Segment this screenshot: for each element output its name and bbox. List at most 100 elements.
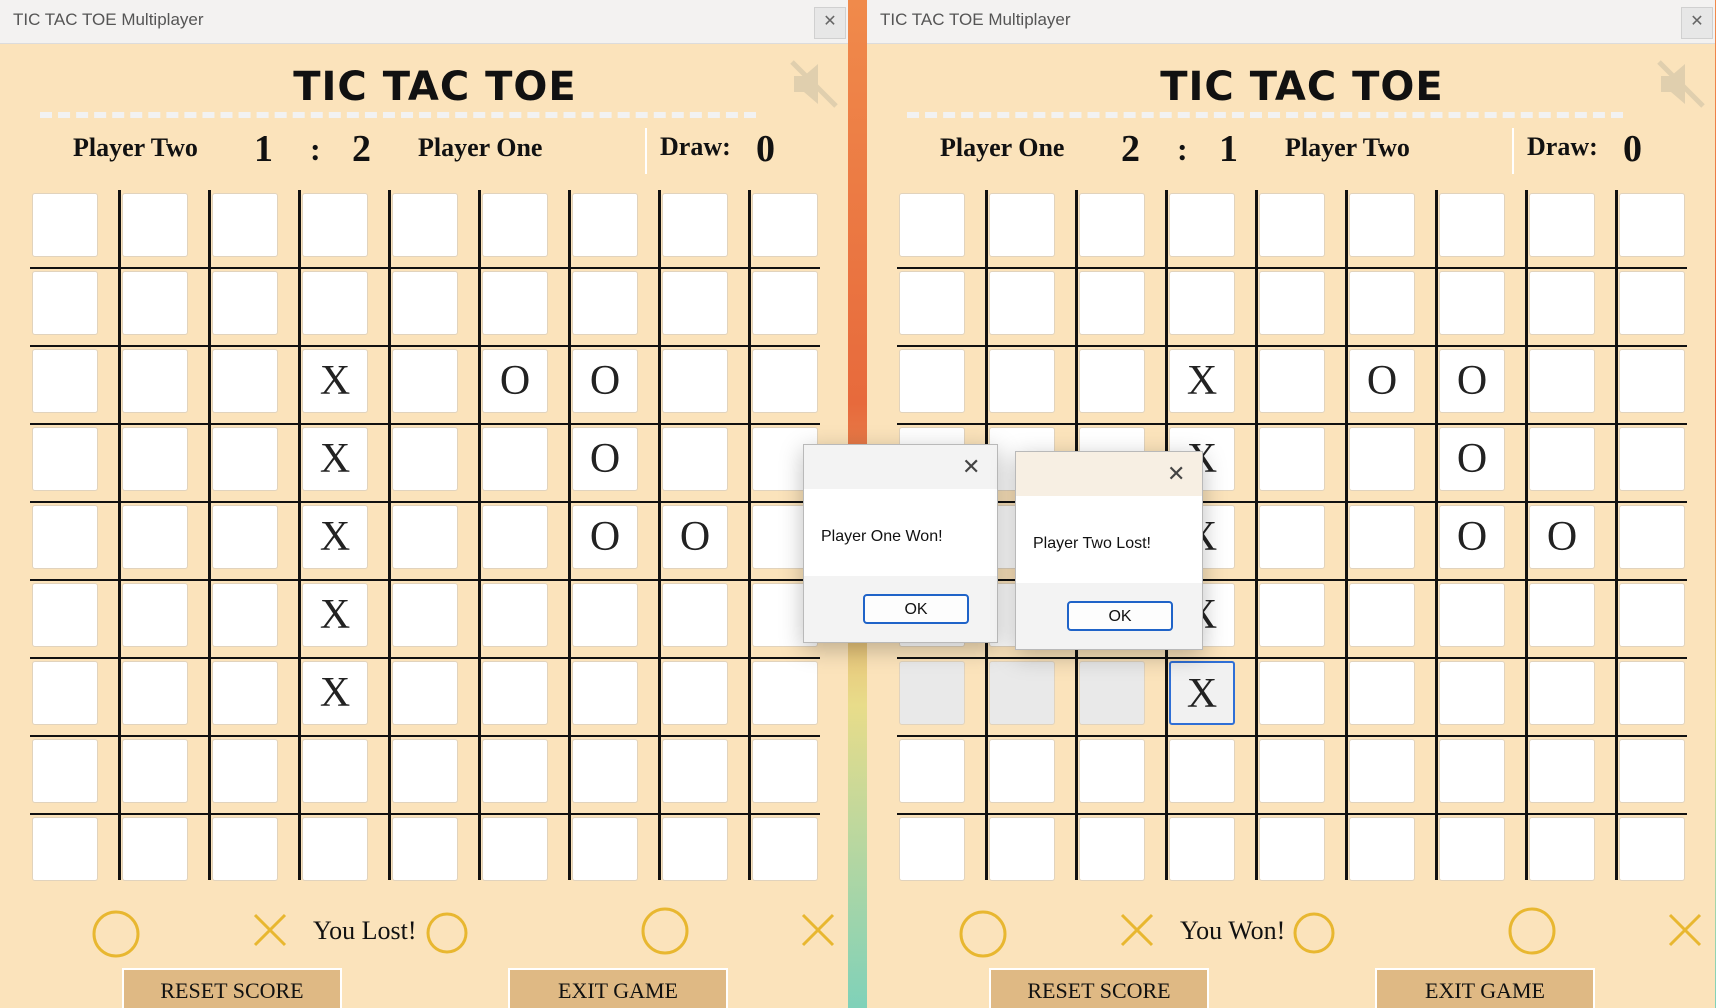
board-cell[interactable]	[1439, 271, 1505, 335]
board-cell[interactable]	[899, 817, 965, 881]
board-cell[interactable]	[1349, 739, 1415, 803]
exit-game-button[interactable]: EXIT GAME	[1375, 968, 1595, 1008]
board-cell[interactable]	[392, 739, 458, 803]
board-cell[interactable]: O	[662, 505, 728, 569]
board-cell[interactable]	[122, 505, 188, 569]
board-cell[interactable]	[302, 817, 368, 881]
board-cell[interactable]	[1259, 817, 1325, 881]
board-cell[interactable]	[989, 349, 1055, 413]
board-cell[interactable]	[482, 661, 548, 725]
board-cell[interactable]	[662, 817, 728, 881]
board-cell[interactable]	[302, 271, 368, 335]
board-cell[interactable]: O	[572, 427, 638, 491]
board-cell[interactable]	[1259, 349, 1325, 413]
board-cell[interactable]	[1169, 739, 1235, 803]
board-cell[interactable]	[212, 271, 278, 335]
title-bar[interactable]: TIC TAC TOE Multiplayer ✕	[0, 0, 848, 44]
board-cell[interactable]	[482, 583, 548, 647]
board-cell[interactable]	[899, 739, 965, 803]
board-cell[interactable]	[482, 739, 548, 803]
board-cell[interactable]	[482, 193, 548, 257]
close-window-button[interactable]: ✕	[1681, 7, 1713, 39]
board-cell[interactable]	[1439, 817, 1505, 881]
board-cell[interactable]	[122, 349, 188, 413]
board-cell[interactable]	[989, 271, 1055, 335]
board-cell[interactable]	[1349, 583, 1415, 647]
board-cell[interactable]	[899, 193, 965, 257]
board-cell[interactable]	[482, 271, 548, 335]
board-cell[interactable]	[1439, 583, 1505, 647]
board-cell[interactable]	[1079, 739, 1145, 803]
board-cell[interactable]	[1169, 193, 1235, 257]
board-cell[interactable]	[1529, 193, 1595, 257]
board-cell[interactable]: X	[302, 505, 368, 569]
board-cell[interactable]	[572, 739, 638, 803]
board-cell[interactable]	[1079, 661, 1145, 725]
board-cell[interactable]	[1079, 349, 1145, 413]
board-cell[interactable]	[1619, 817, 1685, 881]
board-cell[interactable]	[752, 271, 818, 335]
board-cell[interactable]	[572, 583, 638, 647]
board-cell[interactable]: X	[1169, 349, 1235, 413]
board-cell[interactable]	[482, 427, 548, 491]
board-cell[interactable]	[302, 739, 368, 803]
board-cell[interactable]	[1529, 583, 1595, 647]
exit-game-button[interactable]: EXIT GAME	[508, 968, 728, 1008]
board-cell[interactable]	[32, 739, 98, 803]
board-cell[interactable]	[1529, 349, 1595, 413]
board-cell[interactable]	[392, 817, 458, 881]
board-cell[interactable]: O	[1439, 427, 1505, 491]
board-cell[interactable]	[1529, 427, 1595, 491]
board-cell[interactable]	[212, 349, 278, 413]
board-cell[interactable]	[1349, 271, 1415, 335]
board-cell[interactable]	[1169, 817, 1235, 881]
title-bar[interactable]: TIC TAC TOE Multiplayer ✕	[867, 0, 1715, 44]
board-cell[interactable]	[1439, 739, 1505, 803]
board-cell[interactable]	[899, 271, 965, 335]
board-cell[interactable]	[212, 739, 278, 803]
board-cell[interactable]: X	[302, 427, 368, 491]
board-cell[interactable]	[1619, 193, 1685, 257]
board-cell[interactable]	[122, 193, 188, 257]
board-cell[interactable]	[392, 427, 458, 491]
board-cell[interactable]: O	[1439, 349, 1505, 413]
board-cell[interactable]	[572, 661, 638, 725]
board-cell[interactable]	[1529, 739, 1595, 803]
board-cell[interactable]	[392, 505, 458, 569]
board-cell[interactable]	[662, 271, 728, 335]
board-cell[interactable]	[122, 739, 188, 803]
board-cell[interactable]	[1259, 505, 1325, 569]
board-cell[interactable]	[752, 661, 818, 725]
speaker-muted-icon[interactable]	[786, 56, 842, 112]
board-cell[interactable]	[1619, 271, 1685, 335]
board-cell[interactable]	[662, 193, 728, 257]
board-cell[interactable]	[1079, 193, 1145, 257]
board-cell[interactable]	[482, 505, 548, 569]
board-cell[interactable]	[212, 193, 278, 257]
board-cell[interactable]	[1529, 271, 1595, 335]
board-cell[interactable]	[989, 661, 1055, 725]
board-cell[interactable]	[1349, 817, 1415, 881]
board-cell[interactable]	[32, 193, 98, 257]
board-cell[interactable]	[1259, 427, 1325, 491]
board-cell[interactable]	[662, 349, 728, 413]
board-cell[interactable]	[662, 739, 728, 803]
board-cell[interactable]	[1529, 661, 1595, 725]
board-cell[interactable]	[1349, 427, 1415, 491]
board-cell[interactable]: O	[572, 349, 638, 413]
board-cell[interactable]	[572, 817, 638, 881]
board-cell[interactable]	[752, 193, 818, 257]
board-cell[interactable]	[1259, 661, 1325, 725]
board-cell[interactable]	[392, 661, 458, 725]
board-cell[interactable]	[212, 583, 278, 647]
close-dialog-button[interactable]: ✕	[1167, 461, 1185, 487]
board-cell[interactable]	[899, 349, 965, 413]
board-cell[interactable]	[122, 583, 188, 647]
board-cell[interactable]	[989, 193, 1055, 257]
board-cell[interactable]	[1349, 661, 1415, 725]
board-cell[interactable]	[122, 661, 188, 725]
board-cell[interactable]: O	[572, 505, 638, 569]
board-cell[interactable]: O	[1529, 505, 1595, 569]
reset-score-button[interactable]: RESET SCORE	[989, 968, 1209, 1008]
board-cell[interactable]	[1619, 505, 1685, 569]
